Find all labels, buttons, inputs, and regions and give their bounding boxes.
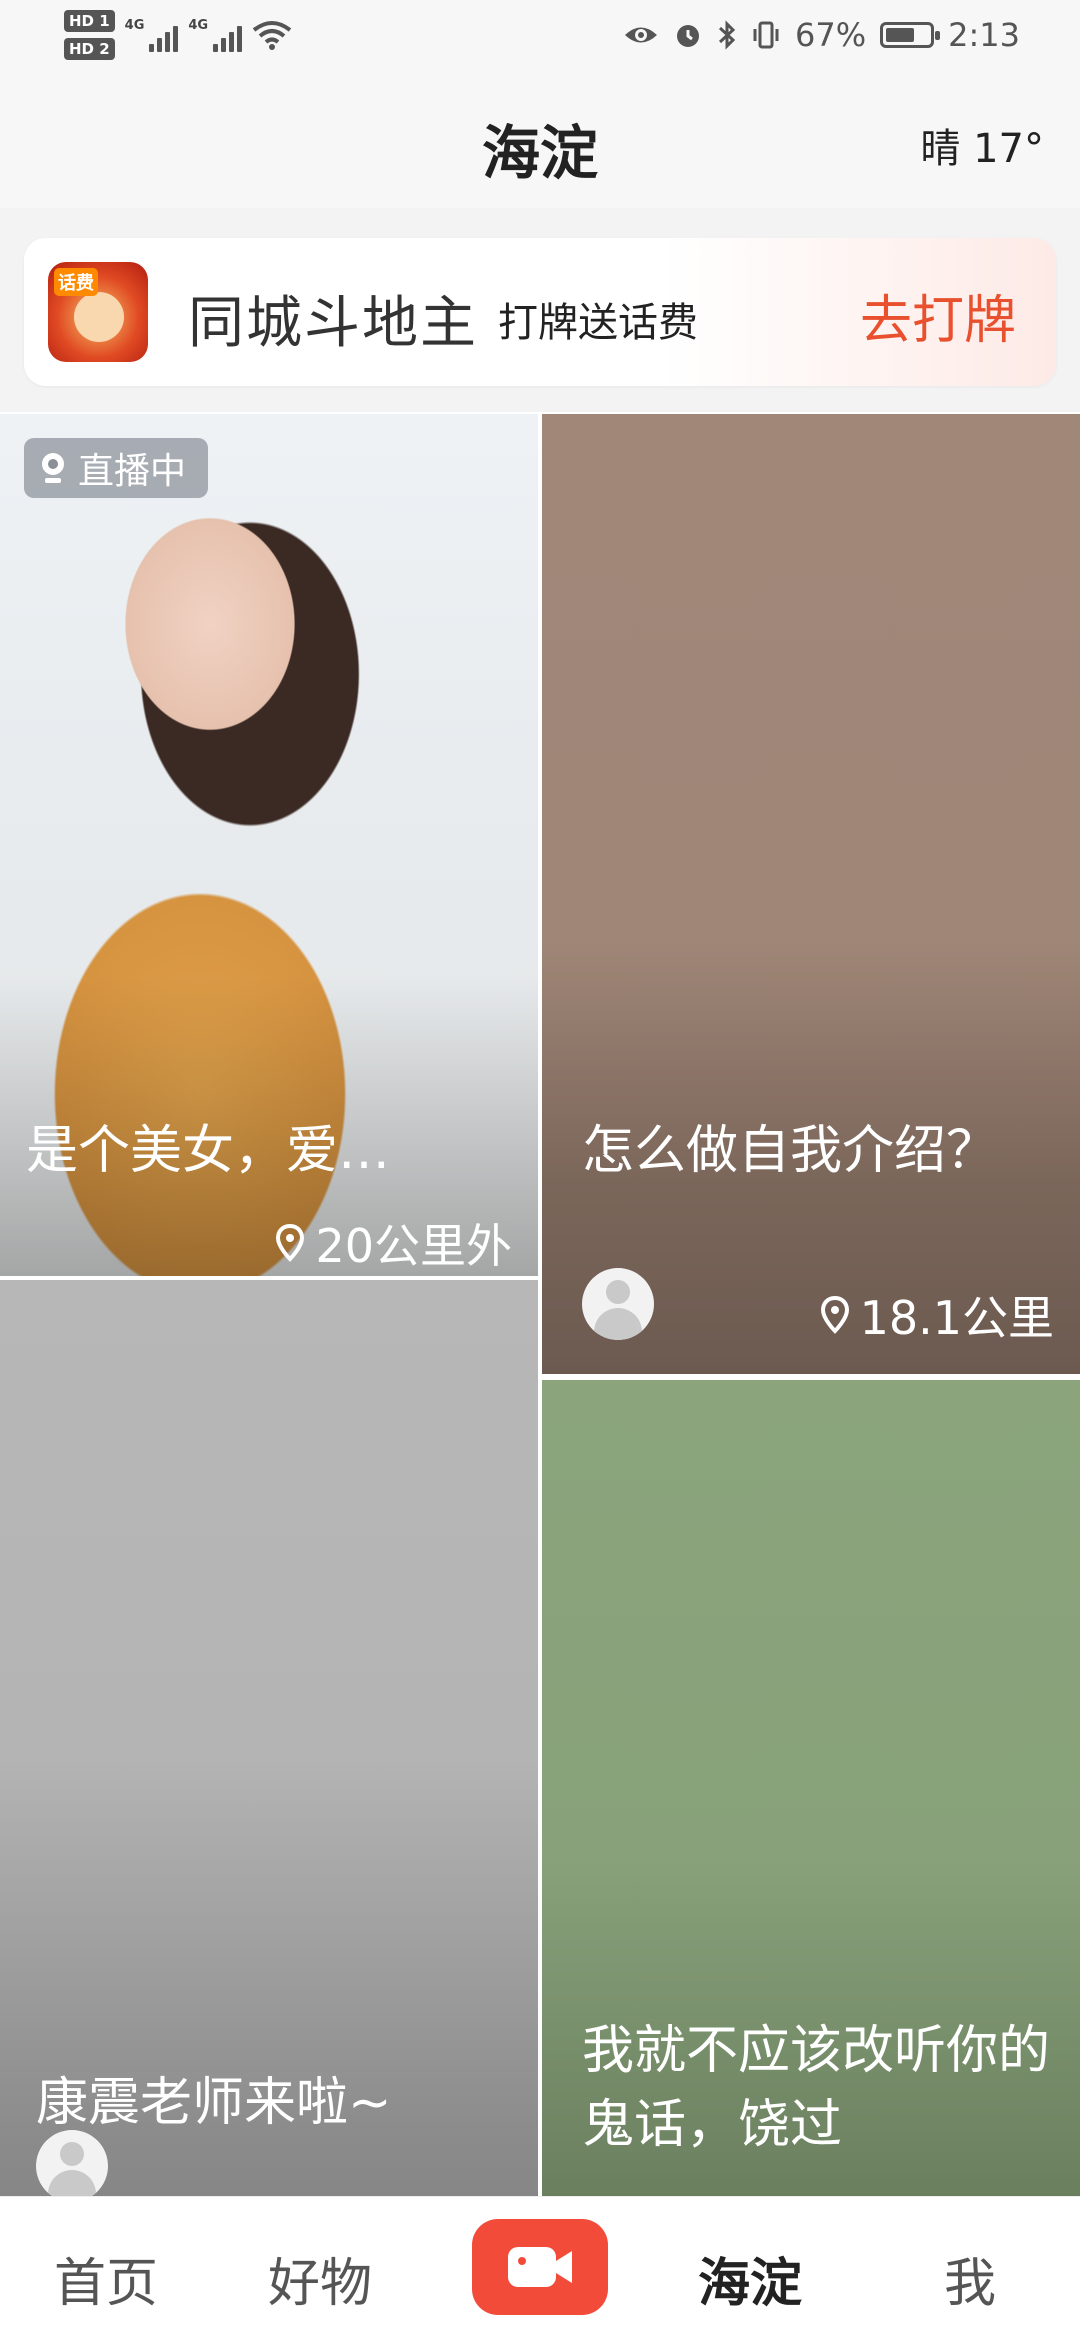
- banner-subtitle: 打牌送话费: [498, 300, 698, 346]
- distance-label: 20公里外: [315, 1219, 512, 1273]
- video-camera-icon: [508, 2247, 572, 2287]
- distance-label: 18.1公里: [859, 1291, 1054, 1345]
- nav-local[interactable]: 海淀: [698, 2241, 802, 2316]
- card-title: 康震老师来啦~: [36, 2073, 392, 2133]
- feed-card[interactable]: 康震老师来啦~: [0, 1280, 538, 2340]
- game-banner[interactable]: 话费 同城斗地主 打牌送话费 去打牌: [24, 238, 1056, 386]
- hd1-badge: HD 1: [64, 10, 115, 32]
- banner-title: 同城斗地主: [188, 291, 478, 356]
- battery-percent: 67%: [795, 16, 867, 54]
- alarm-icon: [677, 25, 700, 47]
- hd-indicators: HD 1 HD 2: [64, 10, 115, 60]
- network-type-2: 4G: [188, 18, 209, 33]
- battery-icon: [880, 22, 941, 48]
- status-bar-left: HD 1 HD 2 4G 4G: [64, 10, 292, 60]
- card-distance: 18.1公里: [820, 1282, 1054, 1348]
- hd2-badge: HD 2: [64, 38, 115, 60]
- network-type-1: 4G: [124, 18, 145, 33]
- card-distance: 20公里外: [275, 1210, 512, 1276]
- card-title: 怎么做自我介绍？: [582, 1121, 999, 1181]
- feed-card-live[interactable]: 直播中 是个美女，爱… 20公里外: [0, 414, 538, 1276]
- vibrate-icon: [753, 21, 779, 49]
- record-video-button[interactable]: [472, 2219, 608, 2315]
- card-title: 是个美女，爱…: [26, 1121, 391, 1181]
- feed-card[interactable]: 怎么做自我介绍？ 18.1公里: [542, 414, 1080, 1374]
- play-cards-button[interactable]: 去打牌: [860, 278, 1016, 353]
- weather-label[interactable]: 晴 17°: [920, 116, 1044, 174]
- page-title[interactable]: 海淀: [0, 106, 1080, 190]
- status-bar: HD 1 HD 2 4G 4G 67% 2:13: [0, 0, 1080, 78]
- status-bar-right: 67% 2:13: [623, 16, 1020, 54]
- nav-me[interactable]: 我: [944, 2241, 996, 2316]
- signal-2-icon: 4G: [188, 18, 243, 52]
- header: 海淀 晴 17°: [0, 78, 1080, 208]
- bottom-nav: 首页 好物 海淀 我: [0, 2196, 1080, 2341]
- avatar[interactable]: [582, 1268, 654, 1340]
- avatar[interactable]: [36, 2130, 108, 2202]
- signal-1-icon: 4G: [125, 18, 179, 52]
- banner-area: 话费 同城斗地主 打牌送话费 去打牌: [0, 208, 1080, 412]
- location-pin-icon: [276, 1224, 305, 1262]
- clock: 2:13: [948, 16, 1020, 54]
- game-app-icon: 话费: [48, 262, 148, 362]
- card-title: 我就不应该改听你的鬼话，饶过: [582, 2021, 1051, 2155]
- wifi-icon: [252, 21, 292, 50]
- live-badge: 直播中: [24, 438, 209, 498]
- nav-goods[interactable]: 好物: [268, 2241, 372, 2316]
- nav-home[interactable]: 首页: [54, 2241, 158, 2316]
- webcam-icon: [42, 453, 64, 483]
- live-badge-label: 直播中: [78, 451, 187, 492]
- eye-icon: [625, 27, 658, 43]
- location-pin-icon: [820, 1296, 849, 1334]
- bluetooth-icon: [718, 20, 736, 50]
- game-icon-tag: 话费: [54, 268, 98, 296]
